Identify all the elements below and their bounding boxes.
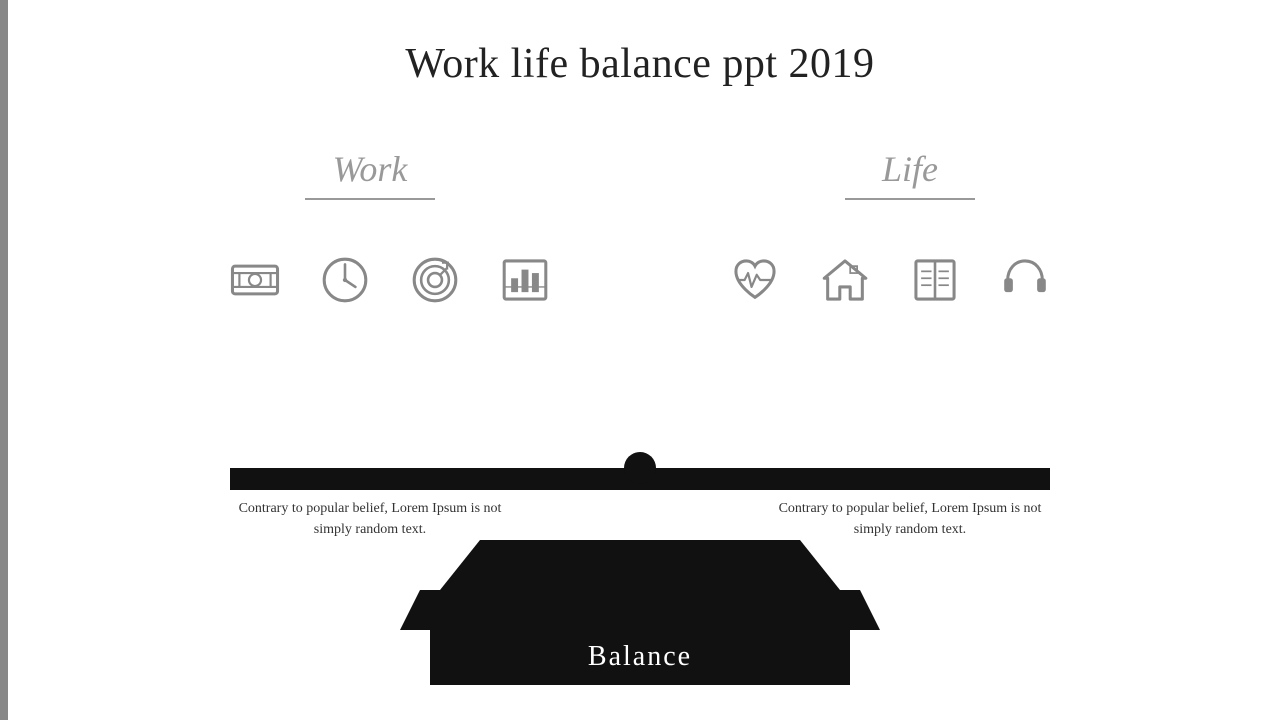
balance-texts: Contrary to popular belief, Lorem Ipsum …	[230, 498, 1050, 540]
work-icons-group	[225, 250, 555, 310]
fulcrum-container	[230, 468, 1050, 490]
work-section-label: Work	[305, 148, 435, 200]
right-balance-text: Contrary to popular belief, Lorem Ipsum …	[770, 498, 1050, 540]
heart-pulse-icon	[725, 250, 785, 310]
section-labels: Work Life	[0, 88, 1280, 200]
chart-icon	[495, 250, 555, 310]
balance-section: Contrary to popular belief, Lorem Ipsum …	[0, 468, 1280, 690]
life-section-label: Life	[845, 148, 975, 200]
work-label: Work	[333, 148, 408, 190]
target-icon	[405, 250, 465, 310]
pedestal: Balance	[400, 540, 880, 690]
headphones-icon	[995, 250, 1055, 310]
book-icon	[905, 250, 965, 310]
fulcrum-circle	[624, 452, 656, 484]
home-icon	[815, 250, 875, 310]
life-underline	[845, 198, 975, 200]
life-icons-group	[725, 250, 1055, 310]
icons-row	[0, 200, 1280, 310]
left-balance-text: Contrary to popular belief, Lorem Ipsum …	[230, 498, 510, 540]
clock-icon	[315, 250, 375, 310]
page-title: Work life balance ppt 2019	[0, 0, 1280, 88]
work-underline	[305, 198, 435, 200]
life-label: Life	[882, 148, 938, 190]
svg-text:Balance: Balance	[588, 641, 692, 672]
money-icon	[225, 250, 285, 310]
